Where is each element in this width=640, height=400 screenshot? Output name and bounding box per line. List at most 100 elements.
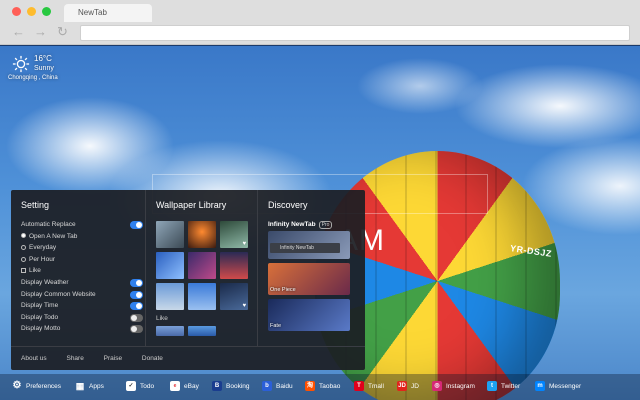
dock-label: Tmall [368,382,384,390]
gear-icon: ⚙ [12,380,22,391]
discovery-column: Discovery Infinity NewTab Pro Infinity Ne… [257,190,365,346]
dock-preferences[interactable]: ⚙ Preferences [12,380,62,392]
dock-ebay[interactable]: e eBay [170,380,199,392]
dock-taobao[interactable]: 淘 Taobao [305,380,340,392]
tab-newtab[interactable]: NewTab [64,4,152,22]
dock-apps[interactable]: ▦ Apps [75,380,104,392]
address-bar[interactable] [80,25,630,41]
heart-icon[interactable]: ♥ [242,241,246,247]
about-us-link[interactable]: About us [21,355,47,362]
tmall-icon: T [354,381,364,391]
radio-icon[interactable] [21,256,26,262]
toggle-label: Display Time [21,302,59,310]
display-common-website-toggle[interactable] [130,290,143,299]
display-motto-toggle[interactable] [130,325,143,334]
booking-icon: B [212,381,222,391]
wallpaper-thumb[interactable] [188,326,216,336]
dock-booking[interactable]: B Booking [212,380,250,392]
dock-label: Instagram [446,382,475,390]
display-weather-toggle[interactable] [130,278,143,287]
wallpaper-thumb[interactable] [188,283,216,310]
wallpaper-thumb[interactable] [220,252,248,279]
minimize-window-button[interactable] [27,7,36,16]
display-todo-toggle[interactable] [130,313,143,322]
display-todo-row[interactable]: Display Todo [21,313,145,326]
display-time-toggle[interactable] [130,302,143,311]
baidu-icon: b [262,381,272,391]
messenger-icon: m [535,381,545,391]
discovery-search[interactable]: Infinity NewTab [270,243,340,253]
discovery-card[interactable]: Infinity NewTab [268,231,350,259]
discovery-title: Discovery [268,200,308,210]
wallpaper-thumb[interactable] [188,252,216,279]
forward-icon[interactable]: → [34,25,47,39]
discovery-card-label: One Piece [270,287,296,293]
share-link[interactable]: Share [66,355,83,362]
toggle-label: Display Motto [21,325,61,333]
dock-todo[interactable]: ✓ Todo [126,380,154,392]
donate-link[interactable]: Donate [142,355,163,362]
automatic-replace-label: Automatic Replace [21,221,76,228]
display-time-row[interactable]: Display Time [21,302,145,314]
panel-footer: About us Share Praise Donate [11,346,365,370]
dock-label: Booking [226,382,250,390]
wallpaper-thumb[interactable] [156,283,184,310]
display-weather-row[interactable]: Display Weather [21,278,145,291]
display-common-website-row[interactable]: Display Common Website [21,290,145,303]
wallpaper-thumb[interactable] [188,221,216,248]
automatic-replace-row[interactable]: Automatic Replace [21,221,145,233]
maximize-window-button[interactable] [42,7,51,16]
praise-link[interactable]: Praise [104,355,122,362]
discovery-header: Infinity NewTab Pro [268,221,365,229]
jd-icon: JD [397,381,407,391]
sun-icon [12,55,30,73]
dock-baidu[interactable]: b Baidu [262,380,293,392]
toggle-label: Display Todo [21,313,59,321]
setting-title: Setting [21,200,50,210]
dock-label: Baidu [276,382,293,390]
heart-icon[interactable]: ♥ [242,303,246,309]
dock-jd[interactable]: JD JD [397,380,419,392]
reload-icon[interactable]: ↻ [57,25,68,39]
discovery-card[interactable]: Fate [268,299,350,331]
instagram-icon: ◎ [432,381,442,391]
wallpaper-thumb[interactable]: ♥ [220,283,248,310]
wallpaper-thumb[interactable] [156,252,184,279]
replace-option-row[interactable]: Open A New Tab [21,233,145,245]
discovery-card[interactable]: One Piece [268,263,350,295]
weather-temp: 16°C [34,54,52,63]
dock-twitter[interactable]: t Twitter [487,380,520,392]
automatic-replace-toggle[interactable] [130,221,143,229]
settings-panel: Setting Automatic Replace Open A New Tab… [11,190,365,370]
display-motto-row[interactable]: Display Motto [21,325,145,337]
ebay-icon: e [170,381,180,391]
radio-selected-icon[interactable] [21,233,26,239]
wallpaper-thumb[interactable] [156,221,184,248]
apps-icon: ▦ [75,381,85,391]
replace-option-row[interactable]: Like [21,267,145,279]
dock-label: Todo [140,382,155,390]
toggle-label: Display Weather [21,278,69,286]
close-window-button[interactable] [12,7,21,16]
radio-icon[interactable] [21,244,26,250]
bottom-dock: ⚙ Preferences ▦ Apps ✓ Todo e eBay B Booking … [0,374,640,400]
dock-tmall[interactable]: T Tmall [354,380,384,392]
replace-option-row[interactable]: Everyday [21,244,145,256]
setting-column: Setting Automatic Replace Open A New Tab… [11,190,145,346]
wallpaper-thumb[interactable]: ♥ [220,221,248,248]
dock-messenger[interactable]: m Messenger [535,380,581,392]
dock-instagram[interactable]: ◎ Instagram [432,380,475,392]
dock-label: JD [411,382,419,390]
dock-label: Apps [89,382,104,390]
pro-badge: Pro [318,221,333,229]
liked-wallpaper-grid [156,326,257,336]
wallpaper-thumb[interactable] [156,326,184,336]
option-label: Open A New Tab [29,232,78,240]
checkbox-icon[interactable] [21,268,26,274]
twitter-icon: t [487,381,497,391]
discovery-header-label: Infinity NewTab [268,221,316,228]
option-label: Like [29,267,41,275]
back-icon[interactable]: ← [12,25,25,39]
toggle-label: Display Common Website [21,290,96,298]
replace-option-row[interactable]: Per Hour [21,256,145,268]
